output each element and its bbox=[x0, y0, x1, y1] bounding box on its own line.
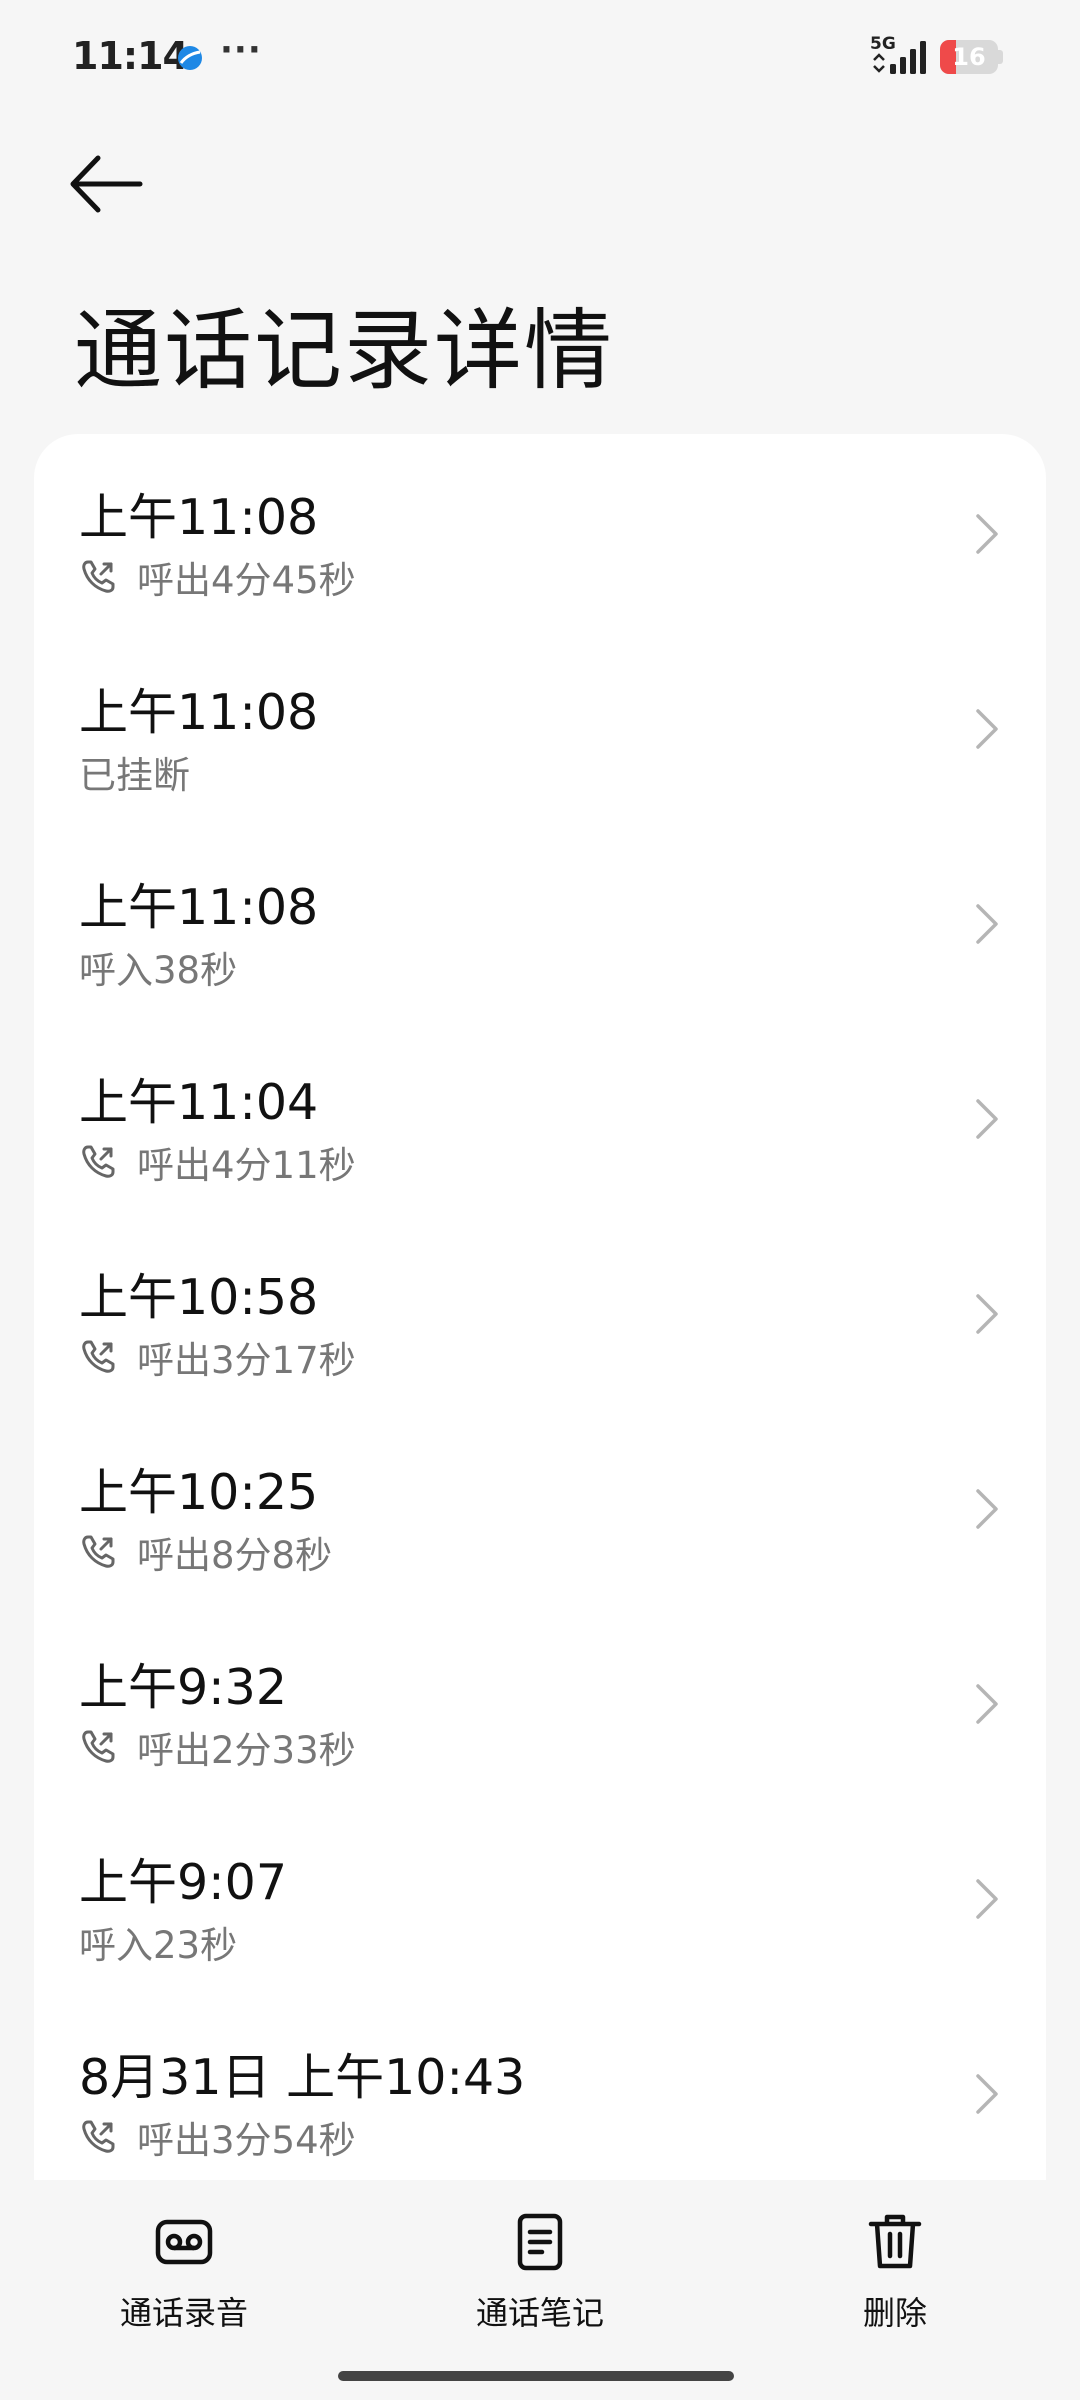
call-detail: 呼出4分11秒 bbox=[79, 1135, 356, 1189]
call-time: 上午11:08 bbox=[79, 684, 319, 741]
call-detail: 呼出3分54秒 bbox=[79, 2110, 356, 2164]
call-log-row[interactable]: 上午10:25 呼出8分8秒 bbox=[34, 1409, 1046, 1604]
call-recording-button[interactable]: 通话录音 bbox=[64, 2210, 304, 2350]
call-log-row[interactable]: 上午11:08 呼出4分45秒 bbox=[34, 434, 1046, 629]
browser-app-icon bbox=[178, 46, 202, 70]
call-log-list: 上午11:08 呼出4分45秒 上午11:08 已挂断 上午11:08 呼入38秒 上午11… bbox=[34, 434, 1046, 2180]
battery-tip bbox=[998, 50, 1003, 64]
call-detail-text: 呼出3分17秒 bbox=[137, 1339, 356, 1382]
chevron-right-icon bbox=[976, 1684, 998, 1724]
outgoing-call-icon bbox=[82, 1730, 115, 1763]
chevron-right-icon bbox=[976, 904, 998, 944]
chevron-right-icon bbox=[976, 709, 998, 749]
battery-icon: 16 bbox=[940, 40, 998, 74]
call-detail-text: 呼入23秒 bbox=[79, 1924, 238, 1967]
trash-icon bbox=[868, 2214, 922, 2269]
call-log-row[interactable]: 上午10:58 呼出3分17秒 bbox=[34, 1214, 1046, 1409]
chevron-right-icon bbox=[976, 1879, 998, 1919]
chevron-right-icon bbox=[976, 1099, 998, 1139]
home-indicator[interactable] bbox=[338, 2371, 734, 2381]
call-time: 上午11:08 bbox=[79, 489, 319, 546]
call-time: 上午10:58 bbox=[79, 1269, 319, 1326]
call-time: 上午10:25 bbox=[79, 1464, 319, 1521]
outgoing-call-icon bbox=[82, 1340, 115, 1373]
more-notifications-icon: ··· bbox=[220, 30, 262, 70]
call-time: 上午11:08 bbox=[79, 879, 319, 936]
call-time: 8月31日 上午10:43 bbox=[79, 2049, 526, 2106]
outgoing-call-icon bbox=[82, 1535, 115, 1568]
call-detail: 呼出3分17秒 bbox=[79, 1330, 356, 1384]
call-notes-label: 通话笔记 bbox=[475, 2294, 604, 2332]
page-title: 通话记录详情 bbox=[74, 299, 615, 402]
call-detail: 呼出2分33秒 bbox=[79, 1720, 356, 1774]
outgoing-call-icon bbox=[82, 2120, 115, 2153]
call-log-row[interactable]: 上午9:07 呼入23秒 bbox=[34, 1799, 1046, 1994]
call-log-row[interactable]: 上午11:08 已挂断 bbox=[34, 629, 1046, 824]
call-time: 上午9:07 bbox=[79, 1854, 288, 1911]
arrow-left-icon bbox=[70, 155, 143, 213]
signal-icon: 5G bbox=[870, 34, 940, 76]
call-detail: 呼出8分8秒 bbox=[79, 1525, 332, 1579]
outgoing-call-icon bbox=[82, 1145, 115, 1178]
call-log-row[interactable]: 上午9:32 呼出2分33秒 bbox=[34, 1604, 1046, 1799]
chevron-right-icon bbox=[976, 514, 998, 554]
call-detail-text: 呼入38秒 bbox=[79, 949, 238, 992]
call-notes-button[interactable]: 通话笔记 bbox=[420, 2210, 660, 2350]
call-detail-text: 呼出4分45秒 bbox=[137, 559, 356, 602]
call-detail-text: 呼出4分11秒 bbox=[137, 1144, 356, 1187]
call-detail: 呼入38秒 bbox=[79, 940, 237, 994]
call-time: 上午11:04 bbox=[79, 1074, 319, 1131]
note-icon bbox=[517, 2213, 563, 2271]
call-detail-text: 呼出8分8秒 bbox=[137, 1534, 333, 1577]
delete-button[interactable]: 删除 bbox=[775, 2210, 1015, 2350]
delete-label: 删除 bbox=[862, 2294, 927, 2332]
chevron-right-icon bbox=[976, 2074, 998, 2114]
outgoing-call-icon bbox=[82, 560, 115, 593]
chevron-right-icon bbox=[976, 1489, 998, 1529]
call-recording-label: 通话录音 bbox=[119, 2294, 248, 2332]
status-bar: 11:14 ··· 5G 16 bbox=[0, 0, 1080, 116]
status-time: 11:14 bbox=[72, 34, 189, 78]
call-detail: 呼出4分45秒 bbox=[79, 550, 356, 604]
call-detail-text: 呼出3分54秒 bbox=[137, 2119, 356, 2162]
cassette-icon bbox=[155, 2219, 213, 2265]
call-time: 上午9:32 bbox=[79, 1659, 288, 1716]
bottom-action-bar: 通话录音 通话笔记 删除 bbox=[0, 2180, 1080, 2400]
battery-level-text: 16 bbox=[952, 43, 986, 71]
chevron-right-icon bbox=[976, 1294, 998, 1334]
call-detail: 已挂断 bbox=[79, 745, 190, 799]
back-button[interactable] bbox=[60, 138, 160, 238]
call-detail: 呼入23秒 bbox=[79, 1915, 237, 1969]
call-detail-text: 呼出2分33秒 bbox=[137, 1729, 356, 1772]
call-detail-text: 已挂断 bbox=[79, 754, 190, 797]
call-log-row[interactable]: 8月31日 上午10:43 呼出3分54秒 bbox=[34, 1994, 1046, 2180]
call-log-row[interactable]: 上午11:04 呼出4分11秒 bbox=[34, 1019, 1046, 1214]
call-log-row[interactable]: 上午11:08 呼入38秒 bbox=[34, 824, 1046, 1019]
